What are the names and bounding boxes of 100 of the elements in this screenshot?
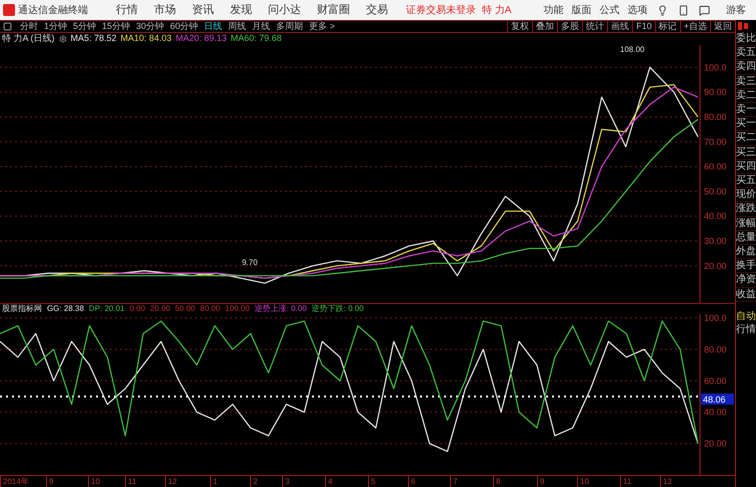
ma-value: MA20: 89.13 <box>176 32 227 46</box>
side-button[interactable]: 行情 <box>736 323 756 336</box>
toolbar-button[interactable]: 复权 <box>507 21 532 32</box>
toolbar-button[interactable]: F10 <box>632 21 655 32</box>
period-tab[interactable]: 15分钟 <box>99 21 134 32</box>
toolbar-button[interactable]: 画线 <box>607 21 632 32</box>
chart-title: 特 力A (日线) <box>2 32 55 46</box>
date-label: 5 <box>368 476 376 487</box>
app-title: 通达信金融终端 <box>18 4 88 18</box>
ma-value: MA5: 78.52 <box>70 32 117 46</box>
user-label[interactable]: 游客 <box>726 2 746 18</box>
ma-value: MA60: 79.68 <box>230 32 282 46</box>
date-label: 4 <box>325 476 332 487</box>
date-label: 10 <box>577 476 589 487</box>
quote-field: 卖二 <box>736 88 756 104</box>
axis-label: 100.0 <box>704 314 727 323</box>
axis-label: 60.00 <box>704 376 727 386</box>
quote-field: 涨跌 <box>736 202 756 217</box>
quote-field: 卖一 <box>736 103 756 118</box>
period-tab[interactable]: 60分钟 <box>167 21 202 32</box>
axis-label: 100.0 <box>704 62 727 72</box>
axis-label: 40.00 <box>704 211 727 222</box>
axis-label: 60.00 <box>704 162 727 172</box>
toolbar-button[interactable]: 叠加 <box>532 21 558 32</box>
quote-field: 涨幅 <box>736 216 756 231</box>
indicator-value: 逆势下跌: 0.00 <box>312 303 364 315</box>
indicator-value: 20.00 <box>150 303 170 315</box>
toolbar-button[interactable]: +自选 <box>680 21 710 32</box>
period-tab[interactable]: 更多 > <box>306 21 338 32</box>
phone-icon[interactable] <box>678 4 690 16</box>
date-label: 6 <box>408 476 416 487</box>
side-button[interactable]: 自动 <box>736 310 756 324</box>
menu-item[interactable]: 选项 <box>623 2 652 18</box>
period-tab[interactable]: 分时 <box>17 21 41 32</box>
quote-field: 现价 <box>736 188 756 202</box>
date-label: 11 <box>125 476 136 487</box>
value-tag: 48.06 <box>701 394 734 405</box>
menu-item[interactable]: 功能 <box>539 2 568 18</box>
menu-item[interactable]: 公式 <box>595 2 624 18</box>
menu-item[interactable]: 问小达 <box>260 2 309 18</box>
axis-label: 50.00 <box>704 186 727 196</box>
quote-field: 净资 <box>736 273 756 288</box>
axis-label: 30.00 <box>704 236 727 246</box>
axis-label: 80.00 <box>704 112 727 122</box>
date-label: 2014年 <box>0 476 29 487</box>
login-notice: 证券交易未登录 <box>406 4 476 18</box>
menu-item[interactable]: 行情 <box>108 2 146 18</box>
indicator-value: 100.00 <box>225 303 250 315</box>
date-label: 12 <box>165 476 177 487</box>
indicator-value: 80.00 <box>200 303 220 315</box>
axis-label: 40.00 <box>704 407 727 418</box>
date-label: 10 <box>88 476 100 487</box>
menu-item[interactable]: 市场 <box>146 2 184 18</box>
quote-field: 买二 <box>736 131 756 146</box>
message-icon[interactable] <box>699 4 710 16</box>
period-tab[interactable]: 30分钟 <box>133 21 168 32</box>
menu-item[interactable]: 发现 <box>222 2 260 18</box>
quote-field: 换手 <box>736 259 756 274</box>
indicator-value: DP: 20.01 <box>88 303 124 315</box>
quote-field: 买四 <box>736 160 756 174</box>
menu-item[interactable]: 版面 <box>567 2 596 18</box>
period-tab[interactable]: 日线 <box>201 21 226 32</box>
price-annotation: 9.70 <box>242 258 258 267</box>
ma-value: MA10: 84.03 <box>120 32 172 46</box>
menu-item[interactable]: 交易 <box>358 2 396 18</box>
period-tab[interactable]: 多周期 <box>273 21 306 32</box>
quote-field: 外盘 <box>736 245 756 260</box>
quote-field: 买五 <box>736 174 756 188</box>
quote-field: 买三 <box>736 146 756 160</box>
lightbulb-icon[interactable] <box>657 4 668 16</box>
axis-label: 80.00 <box>704 344 727 354</box>
period-tab[interactable]: 周线 <box>225 21 250 32</box>
quote-field: 卖三 <box>736 74 756 89</box>
logo-icon <box>3 4 15 16</box>
date-label: 3 <box>282 476 290 487</box>
axis-label: 90.00 <box>704 87 727 98</box>
panel-icon[interactable] <box>3 22 12 31</box>
price-annotation: 108.00 <box>620 45 644 54</box>
period-tab[interactable]: 5分钟 <box>70 21 100 32</box>
date-label: 9 <box>537 476 544 487</box>
menu-item[interactable]: 财富圈 <box>309 2 358 18</box>
period-tab[interactable]: 1分钟 <box>41 21 70 32</box>
quote-field: 总量 <box>736 230 756 246</box>
quote-field: 卖五 <box>736 46 756 60</box>
date-label: 7 <box>450 476 458 487</box>
period-tab[interactable]: 月线 <box>249 21 274 32</box>
indicator-value: 逆势上涨: 0.00 <box>254 303 307 315</box>
stock-name: 特 力A <box>482 4 512 18</box>
date-label: 2 <box>250 476 258 487</box>
date-label: 8 <box>493 476 500 487</box>
toolbar-button[interactable]: 标记 <box>654 21 680 32</box>
quote-field: 卖四 <box>736 60 756 75</box>
axis-label: 20.00 <box>704 260 727 271</box>
menu-item[interactable]: 资讯 <box>184 2 222 18</box>
settings-icon[interactable] <box>58 35 67 43</box>
toolbar-button[interactable]: 返回 <box>710 21 735 32</box>
toolbar-button[interactable]: 统计 <box>582 21 608 32</box>
date-label: 1 <box>210 476 218 487</box>
toolbar-button[interactable]: 多股 <box>557 21 582 32</box>
indicator-name: 股票指标网 <box>2 303 42 315</box>
